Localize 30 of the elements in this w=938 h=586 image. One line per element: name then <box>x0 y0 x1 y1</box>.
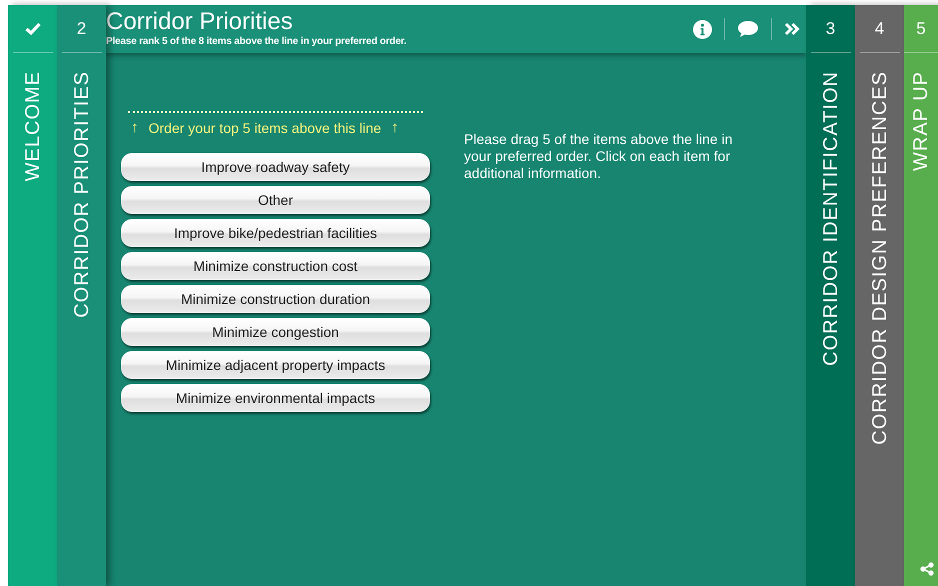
step-number: 5 <box>916 18 926 38</box>
page-title: Corridor Priorities <box>106 8 294 36</box>
share-icon[interactable] <box>920 562 934 576</box>
step-label: CORRIDOR PRIORITIES <box>72 71 92 318</box>
priority-item[interactable]: Improve bike/pedestrian facilities <box>121 219 430 247</box>
step-tab[interactable]: 4 CORRIDOR DESIGN PREFERENCES <box>855 5 904 586</box>
step-number: 2 <box>76 18 86 38</box>
step-label: WELCOME <box>22 71 42 182</box>
step-number: 4 <box>874 18 884 38</box>
double-chevron-icon[interactable] <box>784 22 800 36</box>
priority-item[interactable]: Minimize adjacent property impacts <box>121 351 430 379</box>
priority-item[interactable]: Minimize construction cost <box>121 252 430 280</box>
priority-item[interactable]: Other <box>121 186 430 214</box>
step-number: 3 <box>826 18 836 38</box>
priority-item[interactable]: Improve roadway safety <box>121 153 430 181</box>
instructions-text: Please drag 5 of the items above the line in your preferred order. Click on each item for additional information. <box>464 131 734 183</box>
step-label: WRAP UP <box>911 71 931 171</box>
priority-item[interactable]: Minimize environmental impacts <box>121 384 430 412</box>
priority-item[interactable]: Minimize construction duration <box>121 285 430 313</box>
up-arrow-icon: ↑ <box>131 119 138 136</box>
comment-icon[interactable] <box>737 20 759 38</box>
page-subtitle: Please rank 5 of the 8 items above the line in your preferred order. <box>106 36 408 47</box>
priority-item[interactable]: Minimize congestion <box>121 318 430 346</box>
info-icon[interactable] <box>693 20 712 38</box>
up-arrow-icon: ↑ <box>391 119 399 136</box>
step-tab[interactable]: 2 CORRIDOR PRIORITIES <box>57 5 106 586</box>
step-label: CORRIDOR IDENTIFICATION <box>820 71 840 366</box>
cut-line-label: Order your top 5 items above this line <box>148 120 382 136</box>
step-label: CORRIDOR DESIGN PREFERENCES <box>870 71 890 445</box>
step-tab[interactable]: 3 CORRIDOR IDENTIFICATION <box>806 5 855 586</box>
